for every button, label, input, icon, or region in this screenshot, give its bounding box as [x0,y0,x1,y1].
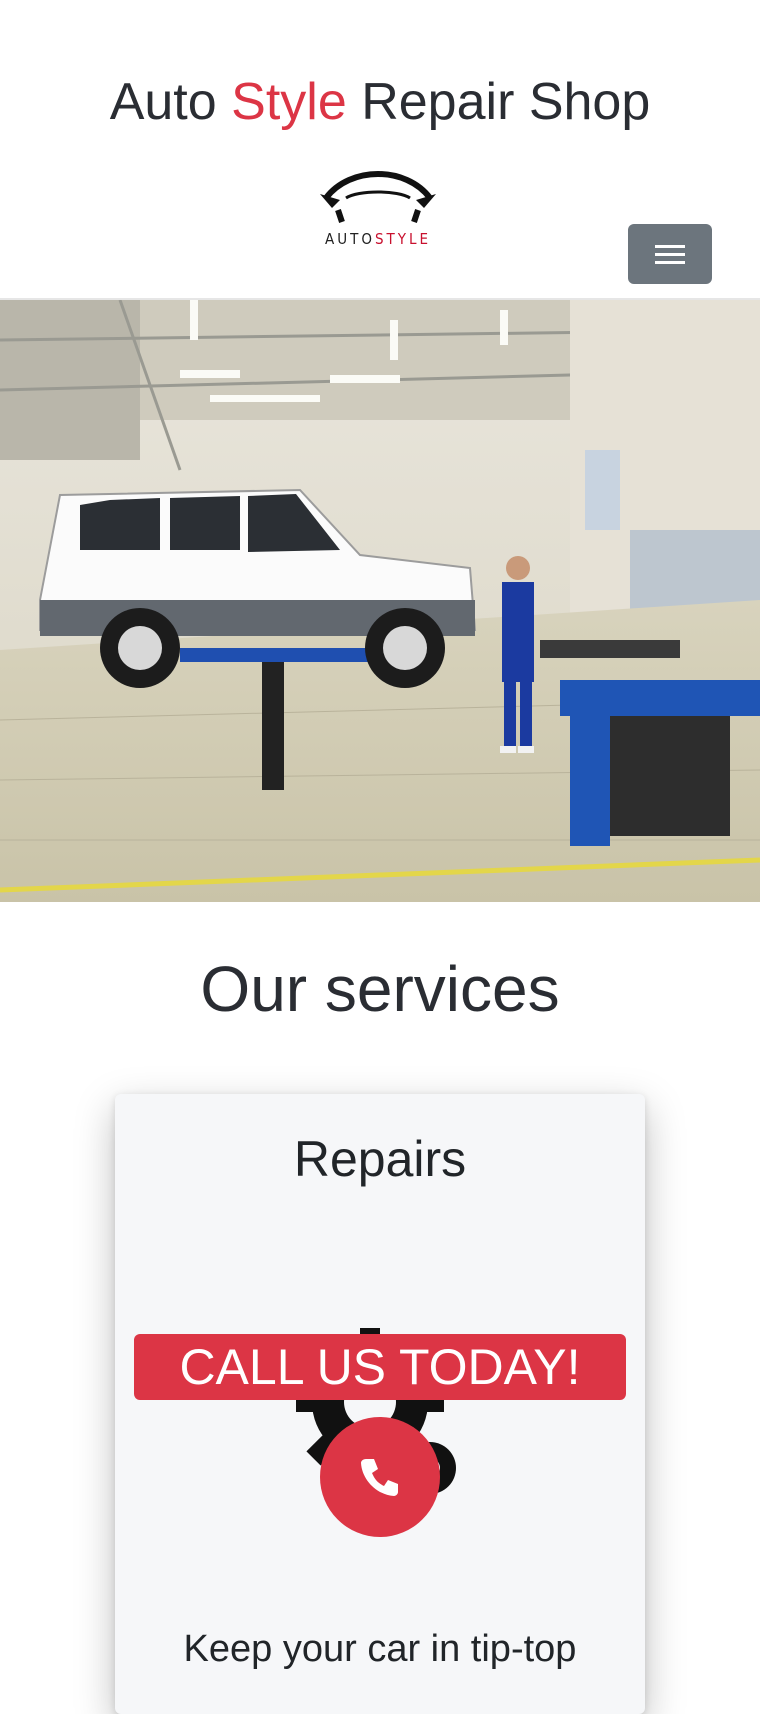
site-title-accent: Style [231,73,347,131]
site-title: Auto Style Repair Shop [0,72,760,132]
garage-scene-illustration [0,300,760,902]
brand-logo[interactable]: AUTOSTYLE [318,168,438,258]
hero-image [0,298,760,902]
site-title-part2: Repair Shop [361,73,651,131]
call-us-banner[interactable]: CALL US TODAY! [134,1334,626,1400]
logo-prefix: AUTO [324,230,375,248]
logo-wordmark: AUTOSTYLE [318,230,438,248]
services-heading: Our services [200,953,560,1025]
car-logo-icon [320,170,436,223]
call-button[interactable] [320,1417,440,1537]
logo-suffix: STYLE [374,230,432,248]
service-card-text: Keep your car in tip-top [183,1628,577,1670]
phone-icon [361,1459,398,1496]
service-card-title: Repairs [293,1131,467,1187]
service-card-repairs[interactable]: Repairs Keep your car in tip-top [115,1094,645,1714]
menu-toggle-button[interactable] [628,224,712,284]
site-title-part1: Auto [109,73,217,131]
hamburger-menu-icon [655,245,685,264]
